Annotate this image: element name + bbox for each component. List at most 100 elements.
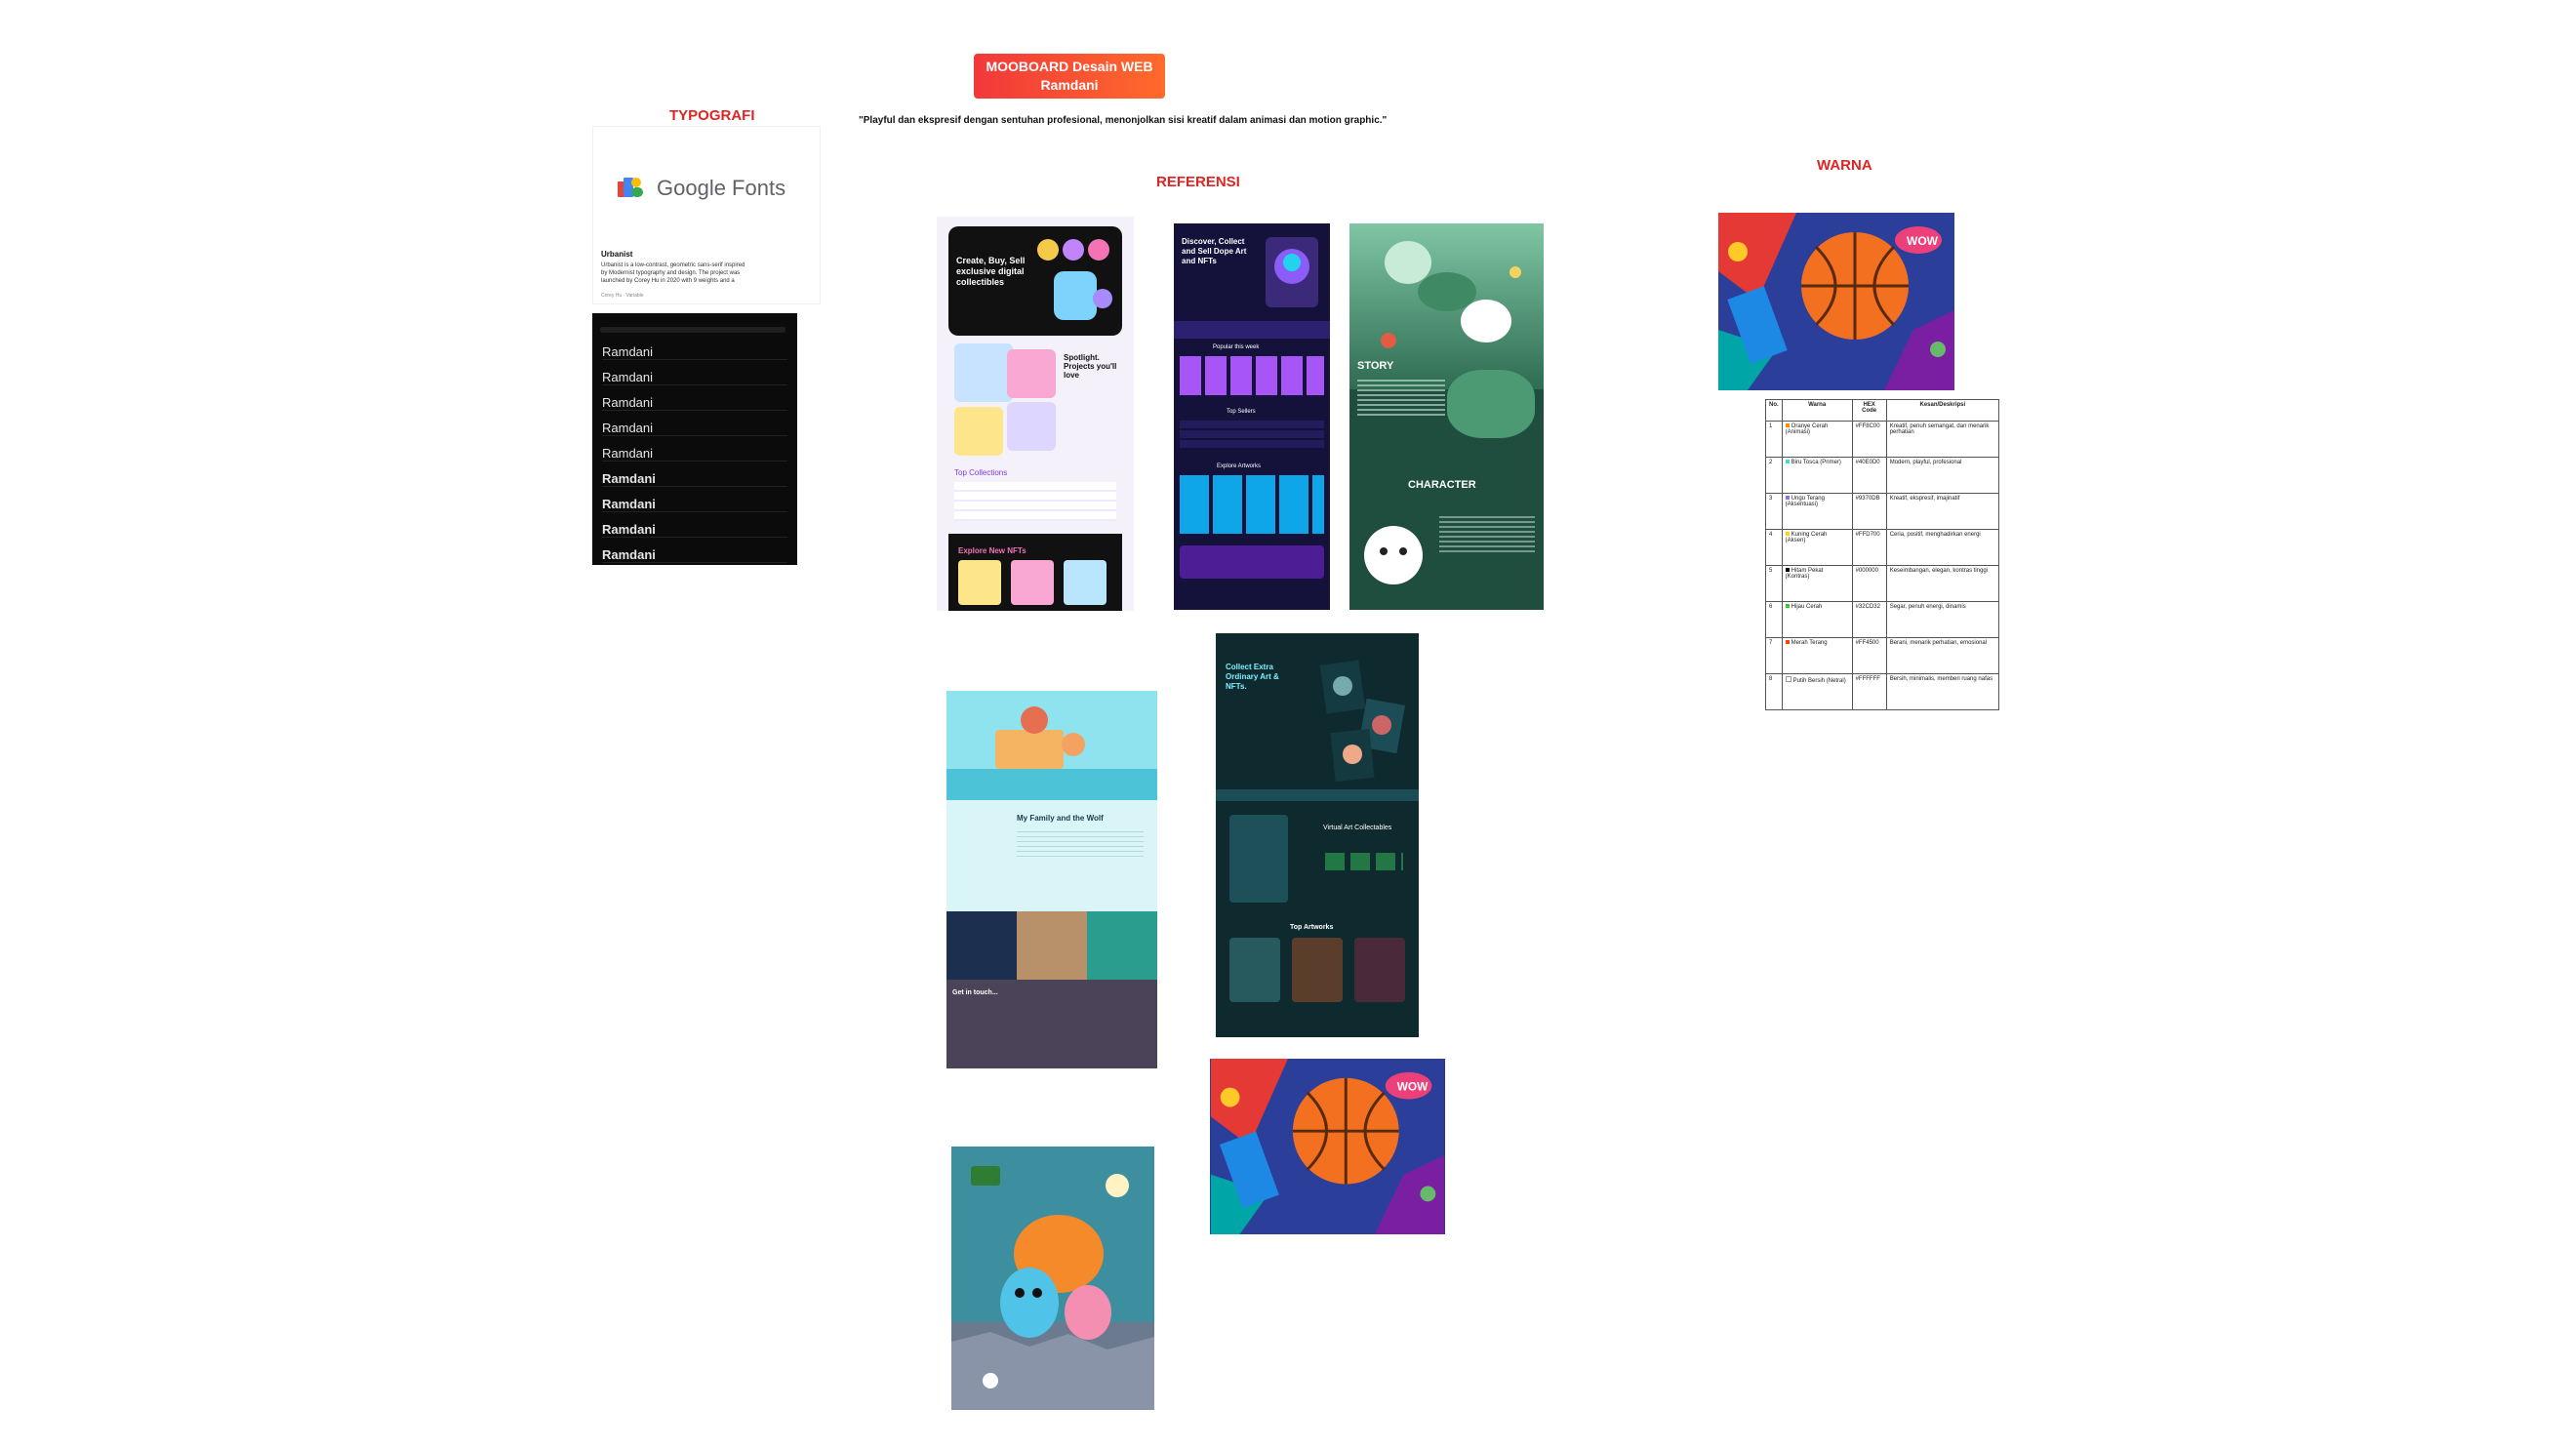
cell-hex: #000000 [1851, 565, 1887, 602]
font-description: Urbanist is a low-contrast, geometric sa… [601, 262, 745, 284]
cell-hex: #FF8C00 [1851, 421, 1887, 458]
ref5-hero-art [1319, 660, 1406, 782]
cell-no: 4 [1765, 529, 1783, 566]
cell-name: Putih Bersih (Netral) [1781, 673, 1853, 710]
ref2-hero-art [1266, 237, 1318, 307]
cell-name-text: Merah Terang [1791, 640, 1828, 646]
reference-basketball-art-1: WOW [1718, 213, 1954, 390]
table-row: 3 Ungu Terang (Aksentuasi) #9370DB Kreatif,… [1765, 493, 2000, 530]
cell-desc: Modern, playful, profesional [1885, 457, 2000, 494]
table-row: 8 Putih Bersih (Netral) #FFFFFF Bersih, min… [1765, 673, 2000, 710]
ref3-story: STORY [1357, 360, 1394, 372]
ref5-top: Top Artworks [1290, 924, 1334, 931]
ref1-spotlight: Spotlight. Projects you'll love [1064, 353, 1117, 380]
cell-desc: Ceria, positif, menghadirkan energi [1885, 529, 2000, 566]
th-hex: HEX Code [1851, 399, 1887, 422]
color-swatch [1785, 423, 1790, 427]
sample-extrabold: Ramdani [602, 522, 787, 538]
ref4-hero-art [946, 691, 1157, 800]
sample-regular: Ramdani [602, 421, 787, 436]
google-fonts-card[interactable]: Google Fonts Urbanist Urbanist is a low-… [592, 126, 821, 304]
cell-name: Oranye Cerah (Animasi) [1781, 421, 1853, 458]
color-swatch [1785, 460, 1790, 463]
font-meta: Corey Hu · Variable [601, 293, 644, 299]
ref1-explore: Explore New NFTs [958, 546, 1026, 555]
sample-thin: Ramdani [602, 344, 787, 360]
ref2-popular: Popular this week [1213, 344, 1260, 350]
reference-family-wolf[interactable]: My Family and the Wolf Get in touch... [946, 677, 1157, 1068]
cell-no: 1 [1765, 421, 1783, 458]
cell-no: 7 [1765, 637, 1783, 674]
cell-hex: #FF4500 [1851, 637, 1887, 674]
th-no: No. [1765, 399, 1783, 422]
reference-nft-marketplace[interactable]: Create, Buy, Sell exclusive digital coll… [937, 217, 1134, 611]
cell-hex: #9370DB [1851, 493, 1887, 530]
basketball-art-1: WOW [1718, 213, 1954, 390]
table-row: 4 Kuning Cerah (Aksen) #FFD700 Ceria, posit… [1765, 529, 2000, 566]
google-fonts-logo: Google Fonts [618, 176, 785, 201]
table-row: 7 Merah Terang #FF4500 Berani, menarik perh… [1765, 637, 2000, 674]
ref1-hero-art [1037, 239, 1112, 320]
sample-light: Ramdani [602, 395, 787, 411]
color-swatch [1785, 604, 1790, 608]
table-row: 6 Hijau Cerah #32CD32 Segar, penuh energi, … [1765, 601, 2000, 638]
ref5-headline: Collect Extra Ordinary Art & NFTs. [1226, 663, 1279, 691]
table-row: 2 Biru Tosca (Primer) #40E0D0 Modern, playf… [1765, 457, 2000, 494]
cell-name-text: Putih Bersih (Netral) [1792, 678, 1846, 684]
sample-bold: Ramdani [602, 497, 787, 512]
cell-desc: Bersih, minimalis, memberi ruang nafas [1885, 673, 2000, 710]
cell-hex: #40E0D0 [1851, 457, 1887, 494]
color-table: No. Warna HEX Code Kesan/Deskripsi 1 Oran… [1765, 399, 2000, 710]
cell-name-text: Biru Tosca (Primer) [1791, 460, 1841, 465]
cell-name-text: Ungu Terang (Aksentuasi) [1785, 496, 1825, 507]
cell-no: 5 [1765, 565, 1783, 602]
ref3-character-art [1364, 526, 1423, 584]
tagline: "Playful dan ekspresif dengan sentuhan p… [859, 115, 1388, 126]
cell-name: Merah Terang [1781, 637, 1853, 674]
table-row: 5 Hitam Pekat (Kontras) #000000 Keseimbanga… [1765, 565, 2000, 602]
section-referensi: REFERENSI [1156, 174, 1240, 190]
svg-text:WOW: WOW [1397, 1080, 1429, 1094]
font-name: Urbanist [601, 250, 633, 259]
ref1-top: Top Collections [954, 468, 1008, 477]
sample-semibold: Ramdani [602, 471, 787, 487]
cell-desc: Keseimbangan, elegan, kontras tinggi [1885, 565, 2000, 602]
cell-name: Ungu Terang (Aksentuasi) [1781, 493, 1853, 530]
color-swatch [1785, 640, 1790, 644]
color-swatch [1785, 532, 1790, 536]
reference-character-illustration [951, 1147, 1154, 1410]
cell-no: 2 [1765, 457, 1783, 494]
cell-hex: #FFFFFF [1851, 673, 1887, 710]
section-warna: WARNA [1817, 157, 1872, 174]
cell-hex: #FFD700 [1851, 529, 1887, 566]
sample-medium: Ramdani [602, 446, 787, 462]
cell-name-text: Oranye Cerah (Animasi) [1785, 423, 1829, 435]
character-illustration [951, 1147, 1154, 1410]
font-sample-panel: Ramdani Ramdani Ramdani Ramdani Ramdani … [592, 313, 797, 565]
table-row: 1 Oranye Cerah (Animasi) #FF8C00 Kreatif, p… [1765, 421, 2000, 458]
th-warna: Warna [1781, 399, 1853, 422]
reference-nft-dark[interactable]: Discover, Collect and Sell Dope Art and … [1174, 223, 1330, 610]
sample-black: Ramdani [602, 547, 787, 563]
google-fonts-label: Google Fonts [657, 176, 786, 200]
moodboard-title: MOOBOARD Desain WEB Ramdani [974, 54, 1165, 99]
cell-name-text: Kuning Cerah (Aksen) [1785, 532, 1828, 543]
reference-collect-art[interactable]: Collect Extra Ordinary Art & NFTs. Virtu… [1216, 633, 1419, 1037]
cell-desc: Kreatif, ekspresif, imajinatif [1885, 493, 2000, 530]
cell-name: Biru Tosca (Primer) [1781, 457, 1853, 494]
font-size-slider[interactable] [600, 327, 785, 333]
ref2-sellers: Top Sellers [1227, 409, 1256, 415]
cell-name: Hijau Cerah [1781, 601, 1853, 638]
title-text: MOOBOARD Desain WEB Ramdani [986, 59, 1153, 93]
cell-name: Kuning Cerah (Aksen) [1781, 529, 1853, 566]
color-swatch [1785, 676, 1791, 682]
cell-desc: Berani, menarik perhatian, emosional [1885, 637, 2000, 674]
cell-desc: Kreatif, penuh semangat, dan menarik per… [1885, 421, 2000, 458]
cell-no: 3 [1765, 493, 1783, 530]
reference-ghost-game[interactable]: STORY CHARACTER [1349, 223, 1544, 610]
color-swatch [1785, 496, 1790, 500]
ref4-contact: Get in touch... [952, 989, 998, 996]
ref2-explore: Explore Artworks [1217, 463, 1262, 469]
sample-extralight: Ramdani [602, 370, 787, 385]
cell-name: Hitam Pekat (Kontras) [1781, 565, 1853, 602]
